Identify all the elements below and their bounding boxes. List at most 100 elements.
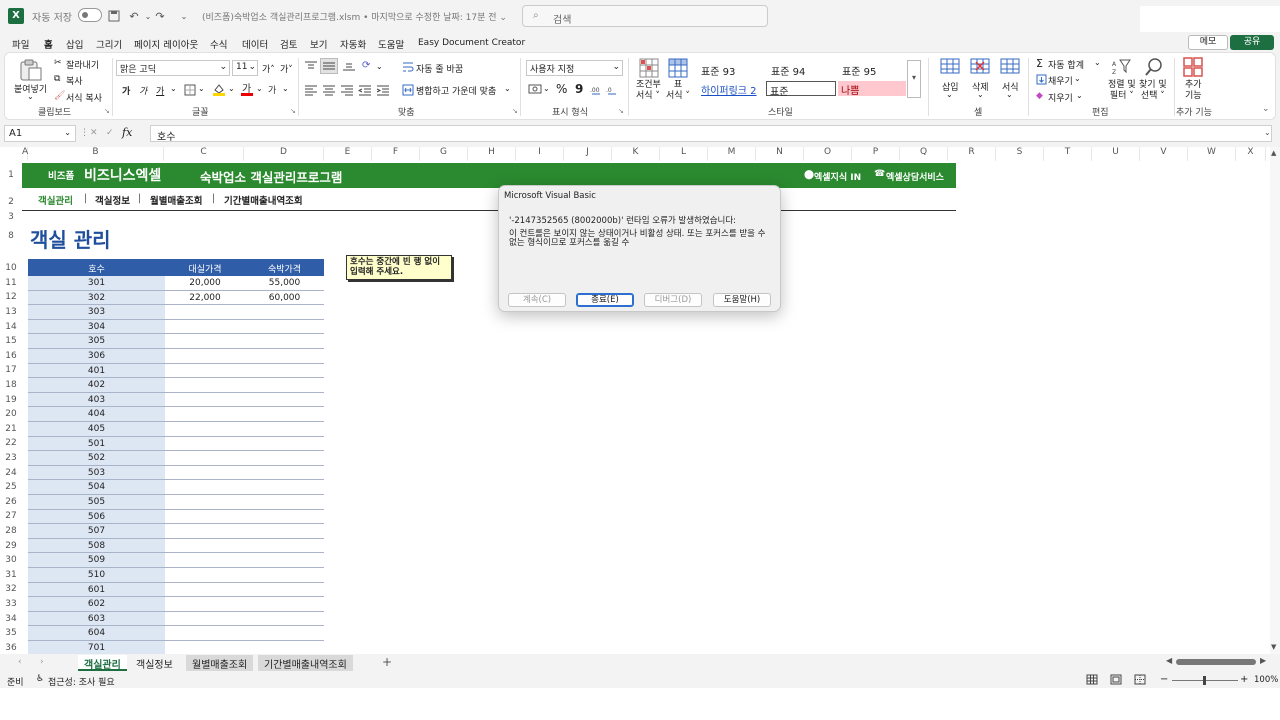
font-size-select[interactable]: 11 ⌄ — [232, 60, 258, 76]
row-header[interactable]: 30 — [0, 555, 22, 566]
clipboard-launcher-icon[interactable]: ↘ — [104, 107, 110, 115]
row-header[interactable]: 16 — [0, 350, 22, 361]
font-shrink-button[interactable]: 가˅ — [280, 62, 293, 75]
room-number-cell[interactable]: 405 — [28, 424, 165, 434]
number-launcher-icon[interactable]: ↘ — [618, 107, 624, 115]
page-layout-view-icon[interactable] — [1110, 674, 1122, 685]
menu-page-layout[interactable]: 페이지 레이아웃 — [134, 37, 198, 51]
night-price-cell[interactable]: 55,000 — [245, 278, 324, 288]
column-header[interactable]: O — [804, 147, 852, 161]
hscroll-right-icon[interactable]: ▶ — [1260, 656, 1266, 665]
border-dropdown-icon[interactable]: ⌄ — [198, 84, 205, 93]
column-header[interactable]: R — [948, 147, 996, 161]
tab-room-manage[interactable]: 객실관리 — [78, 655, 127, 671]
menu-data[interactable]: 데이터 — [242, 37, 268, 51]
add-sheet-icon[interactable]: + — [382, 655, 392, 669]
autosave-toggle[interactable]: 끔 — [78, 8, 102, 22]
font-color-dropdown-icon[interactable]: ⌄ — [256, 84, 263, 93]
room-number-cell[interactable]: 402 — [28, 380, 165, 390]
increase-decimal-icon[interactable]: .00 — [590, 83, 604, 95]
row-header[interactable]: 24 — [0, 467, 22, 478]
decrease-indent-icon[interactable] — [358, 84, 372, 96]
room-number-cell[interactable]: 701 — [28, 643, 165, 653]
clear-dropdown-icon[interactable]: ⌄ — [1076, 91, 1083, 100]
row-header[interactable]: 1 — [0, 170, 22, 180]
copy-button[interactable]: 복사 — [66, 74, 83, 87]
memo-button[interactable]: 메모 — [1188, 35, 1228, 50]
row-header[interactable]: 26 — [0, 496, 22, 507]
tab-room-info[interactable]: 객실정보 — [130, 655, 179, 671]
search-box[interactable]: ⌕ 검색 — [522, 5, 768, 27]
room-number-cell[interactable]: 302 — [28, 293, 165, 303]
room-number-cell[interactable]: 504 — [28, 482, 165, 492]
column-header[interactable]: U — [1092, 147, 1140, 161]
style-normal-93[interactable]: 표준 93 — [698, 62, 738, 78]
border-icon[interactable] — [184, 84, 196, 96]
formula-expand-icon[interactable]: ⌄ — [1264, 128, 1271, 137]
row-header[interactable]: 35 — [0, 628, 22, 639]
room-number-cell[interactable]: 601 — [28, 585, 165, 595]
row-header[interactable]: 17 — [0, 365, 22, 376]
select-all-corner[interactable] — [0, 147, 22, 161]
fill-button[interactable]: 채우기 — [1048, 74, 1073, 87]
insert-dropdown-icon[interactable]: ⌄ — [946, 90, 953, 99]
font-color-icon[interactable]: 가 — [240, 82, 254, 96]
format-table-button[interactable]: 표 서식 ˅ — [666, 80, 690, 102]
zoom-slider-thumb[interactable] — [1203, 676, 1206, 685]
enter-icon[interactable]: ✓ — [106, 128, 114, 138]
align-bottom-icon[interactable] — [342, 60, 356, 72]
row-header[interactable]: 10 — [0, 263, 22, 273]
room-number-cell[interactable]: 502 — [28, 453, 165, 463]
row-header[interactable]: 14 — [0, 321, 22, 332]
formula-input[interactable]: 호수 — [150, 125, 1272, 143]
fill-color-icon[interactable] — [212, 82, 226, 96]
row-header[interactable]: 21 — [0, 423, 22, 434]
end-button[interactable]: 종료(E) — [576, 293, 634, 307]
room-number-cell[interactable]: 603 — [28, 614, 165, 624]
row-header[interactable]: 2 — [0, 196, 22, 207]
row-header[interactable]: 11 — [0, 277, 22, 288]
align-center-icon[interactable] — [322, 84, 336, 96]
format-painter-button[interactable]: 서식 복사 — [66, 91, 102, 104]
style-hyperlink-2[interactable]: 하이퍼링크 2 — [698, 81, 764, 97]
align-middle-icon[interactable] — [320, 58, 338, 74]
menu-automate[interactable]: 자동화 — [340, 37, 366, 51]
bold-button[interactable]: 가 — [122, 84, 130, 97]
room-number-cell[interactable]: 503 — [28, 468, 165, 478]
comma-button[interactable]: 9 — [575, 82, 583, 96]
style-normal-95[interactable]: 표준 95 — [839, 62, 879, 78]
share-button[interactable]: 공유 — [1230, 35, 1274, 50]
decrease-decimal-icon[interactable]: .0 — [606, 83, 620, 95]
accounting-dropdown-icon[interactable]: ⌄ — [543, 84, 550, 93]
column-header[interactable]: F — [372, 147, 420, 161]
column-header[interactable]: X — [1236, 147, 1266, 161]
column-header[interactable]: L — [660, 147, 708, 161]
align-right-icon[interactable] — [340, 84, 354, 96]
merge-center-button[interactable]: 병합하고 가운데 맞춤 — [416, 84, 496, 97]
column-header[interactable]: T — [1044, 147, 1092, 161]
scroll-down-icon[interactable]: ▼ — [1271, 643, 1276, 651]
align-top-icon[interactable] — [304, 60, 318, 72]
room-number-cell[interactable]: 301 — [28, 278, 165, 288]
underline-button[interactable]: 가 — [156, 84, 164, 97]
row-header[interactable]: 8 — [0, 230, 22, 241]
fill-dropdown-icon[interactable]: ⌄ — [1074, 74, 1081, 83]
fill-dropdown-icon[interactable]: ⌄ — [228, 84, 235, 93]
row-header[interactable]: 20 — [0, 409, 22, 420]
zoom-out-icon[interactable]: − — [1160, 674, 1168, 685]
day-price-cell[interactable]: 20,000 — [165, 278, 245, 288]
column-header[interactable]: I — [516, 147, 564, 161]
room-number-cell[interactable]: 304 — [28, 322, 165, 332]
menu-home[interactable]: 홈 — [44, 37, 53, 54]
conditional-format-button[interactable]: 조건부 서식 ˅ — [636, 80, 661, 102]
orientation-dropdown-icon[interactable]: ⌄ — [376, 62, 383, 71]
room-number-cell[interactable]: 303 — [28, 307, 165, 317]
excel-consult-link[interactable]: 엑셀상담서비스 — [886, 170, 944, 183]
font-grow-button[interactable]: 가˄ — [262, 62, 275, 75]
column-header[interactable]: N — [756, 147, 804, 161]
page-break-view-icon[interactable] — [1134, 674, 1146, 685]
prev-sheet-icon[interactable]: ‹ — [18, 657, 22, 667]
menu-view[interactable]: 보기 — [310, 37, 327, 51]
room-number-cell[interactable]: 403 — [28, 395, 165, 405]
row-header[interactable]: 22 — [0, 438, 22, 449]
